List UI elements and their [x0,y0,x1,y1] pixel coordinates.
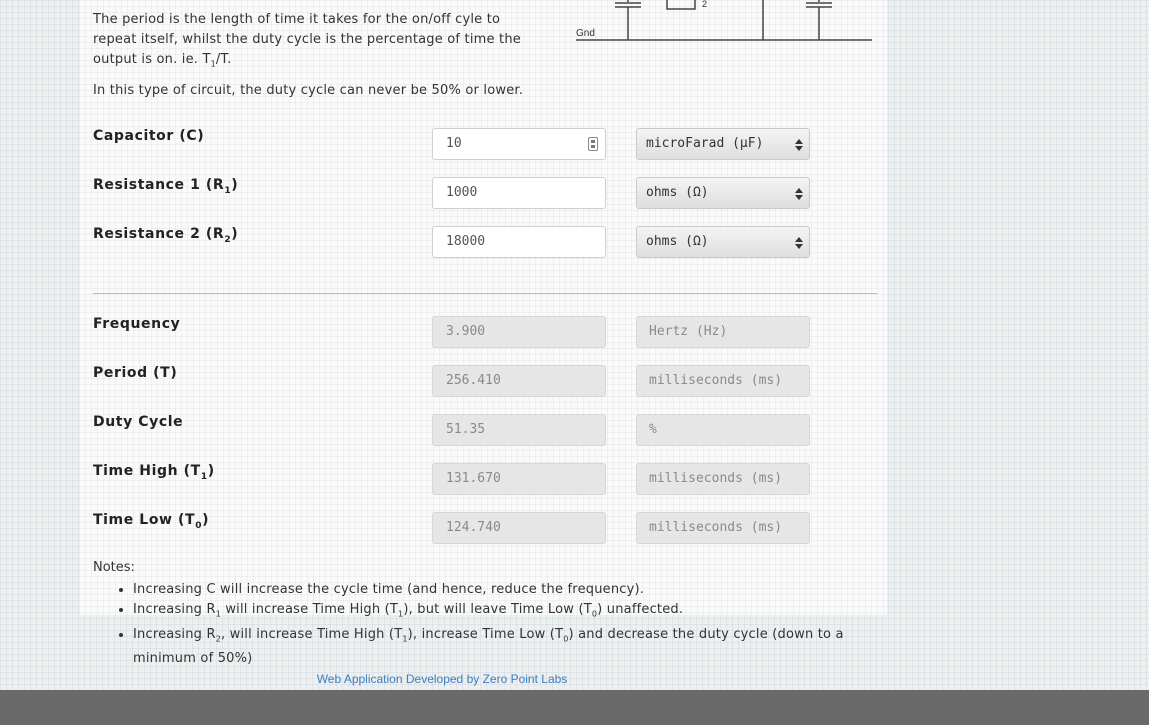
r2-unit-select[interactable]: ohms (Ω) [636,226,810,258]
period-explanation-end: /T. [215,52,232,67]
duty-cycle-unit: % [636,414,810,446]
duty-cycle-output: 51.35 [432,414,606,446]
time-high-output: 131.670 [432,463,606,495]
period-unit: milliseconds (ms) [636,365,810,397]
time-low-label: Time Low (T0) [93,512,209,531]
period-explanation-text: The period is the length of time it take… [93,12,521,67]
note-2-c: ), but will leave Time Low (T [403,602,592,617]
time-high-label-text: Time High (T [93,463,201,479]
select-arrows-icon [795,139,803,152]
note-3-b: , will increase Time High (T [220,626,403,642]
period-explanation: The period is the length of time it take… [93,10,533,75]
time-high-label: Time High (T1) [93,463,215,482]
r1-label: Resistance 1 (R1) [93,177,238,196]
r2-label: Resistance 2 (R2) [93,226,238,245]
time-low-label-close: ) [202,512,210,528]
period-output: 256.410 [432,365,606,397]
ic-pin-box [666,0,696,10]
capacitor-input[interactable]: 10 [432,128,606,160]
note-item: Increasing C will increase the cycle tim… [133,580,893,600]
note-2-b: will increase Time High (T [220,602,399,617]
frequency-label: Frequency [93,316,181,332]
r1-label-text: Resistance 1 (R [93,177,225,193]
footer-bar [0,690,1149,725]
time-high-label-sub: 1 [200,471,208,482]
frequency-output: 3.900 [432,316,606,348]
note-1-text: Increasing C will increase the cycle tim… [133,582,645,597]
select-arrows-icon [795,188,803,201]
time-low-unit: milliseconds (ms) [636,512,810,544]
r2-input[interactable]: 18000 [432,226,606,258]
r1-unit-select[interactable]: ohms (Ω) [636,177,810,209]
time-high-unit: milliseconds (ms) [636,463,810,495]
r1-label-close: ) [231,177,239,193]
capacitor-input-value: 10 [446,136,462,151]
section-divider [93,293,877,294]
note-2-a: Increasing R [133,602,216,617]
capacitor-unit-value: microFarad (µF) [646,136,764,151]
notes-list: Increasing C will increase the cycle tim… [93,580,893,669]
note-item: Increasing R2, will increase Time High (… [133,625,893,670]
notes-title: Notes: [93,560,135,575]
note-2-d: ) unaffected. [597,602,684,617]
spinner-icon[interactable] [588,137,598,151]
duty-cycle-label: Duty Cycle [93,414,184,430]
note-3-a: Increasing R [133,626,216,642]
period-label: Period (T) [93,365,178,381]
time-low-label-text: Time Low (T [93,512,196,528]
note-item: Increasing R1 will increase Time High (T… [133,600,893,625]
pin-label: 2 [702,0,707,9]
capacitor-unit-select[interactable]: microFarad (µF) [636,128,810,160]
note-3-c: ), increase Time Low (T [407,626,564,642]
r1-unit-value: ohms (Ω) [646,185,709,200]
r2-unit-value: ohms (Ω) [646,234,709,249]
time-low-output: 124.740 [432,512,606,544]
time-high-label-close: ) [207,463,215,479]
r1-input[interactable]: 1000 [432,177,606,209]
r2-label-text: Resistance 2 (R [93,226,225,242]
select-arrows-icon [795,237,803,250]
duty-cycle-note: In this type of circuit, the duty cycle … [93,83,524,98]
developer-credit-link[interactable]: Web Application Developed by Zero Point … [0,672,884,686]
r2-label-close: ) [231,226,239,242]
circuit-schematic: Gnd 2 [576,0,872,41]
gnd-label: Gnd [576,28,595,39]
capacitor-label: Capacitor (C) [93,128,205,144]
frequency-unit: Hertz (Hz) [636,316,810,348]
